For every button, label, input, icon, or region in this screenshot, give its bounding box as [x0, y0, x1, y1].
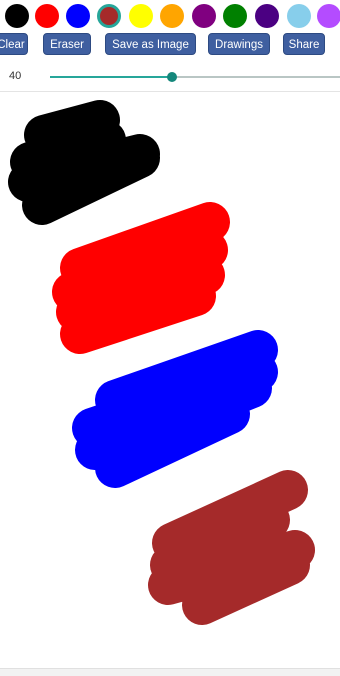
color-swatch-green[interactable]: [223, 4, 247, 28]
color-swatch-orange[interactable]: [160, 4, 184, 28]
color-swatch-purple[interactable]: [192, 4, 216, 28]
brown-stroke: [148, 470, 315, 625]
eraser-button[interactable]: Eraser: [43, 33, 91, 55]
clear-button[interactable]: Clear: [0, 33, 28, 55]
bottom-bar: [0, 668, 340, 676]
blue-stroke: [72, 330, 278, 488]
drawing-surface[interactable]: [0, 92, 340, 668]
color-swatch-brown[interactable]: [97, 4, 121, 28]
color-swatch-indigo[interactable]: [255, 4, 279, 28]
brush-size-slider-thumb[interactable]: [166, 72, 177, 82]
color-swatch-blue[interactable]: [66, 4, 90, 28]
drawings-button[interactable]: Drawings: [208, 33, 270, 55]
drawing-canvas[interactable]: [0, 92, 340, 668]
share-button[interactable]: Share: [283, 33, 325, 55]
color-palette: [0, 0, 340, 32]
brush-size-slider-fill: [50, 76, 172, 78]
drawing-app: Clear Eraser Save as Image Drawings Shar…: [0, 0, 340, 676]
toolbar: Clear Eraser Save as Image Drawings Shar…: [0, 33, 340, 57]
brush-size-row: 40: [0, 64, 340, 90]
color-swatch-sky-blue[interactable]: [287, 4, 311, 28]
color-swatch-black[interactable]: [5, 4, 29, 28]
color-swatch-red[interactable]: [35, 4, 59, 28]
save-as-image-button[interactable]: Save as Image: [105, 33, 196, 55]
black-stroke: [8, 100, 160, 225]
brush-size-slider[interactable]: [50, 72, 340, 82]
brush-size-value: 40: [9, 70, 22, 82]
color-swatch-violet[interactable]: [317, 4, 340, 28]
color-swatch-yellow[interactable]: [129, 4, 153, 28]
red-stroke: [52, 202, 230, 354]
